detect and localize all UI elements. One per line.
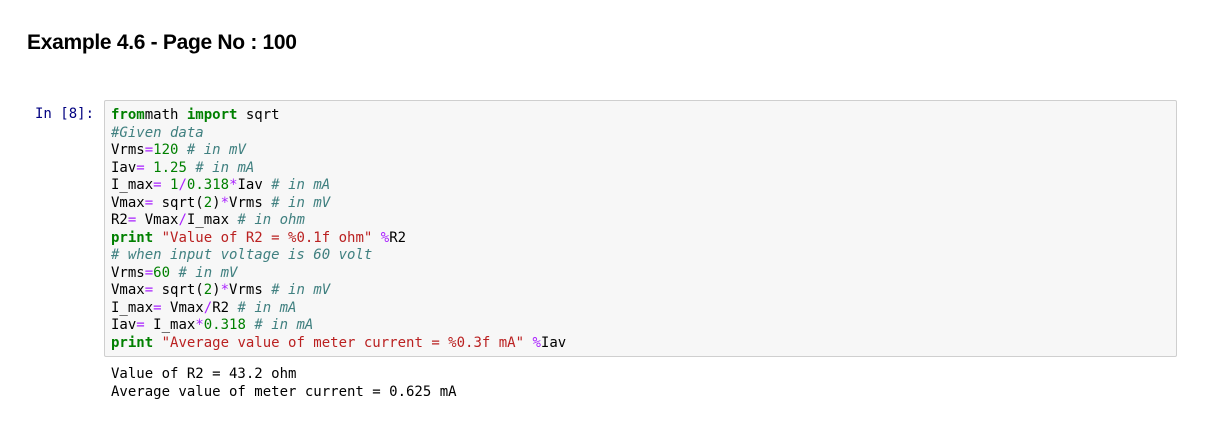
- code-token: 120: [153, 142, 179, 158]
- code-token: =: [144, 282, 154, 298]
- code-token: # in mV: [271, 194, 331, 211]
- code-token: /: [178, 212, 187, 228]
- code-line: Vmax= sqrt(2)*Vrms # in mV: [111, 282, 566, 300]
- code-line: I_max= Vmax/R2 # in mA: [111, 300, 566, 318]
- code-token: "Average value of meter current = %0.3f …: [161, 334, 525, 351]
- output-line: Average value of meter current = 0.625 m…: [111, 383, 457, 400]
- code-line: print "Average value of meter current = …: [111, 335, 566, 353]
- code-token: # in mA: [254, 317, 314, 333]
- code-token: *: [229, 177, 238, 193]
- code-token: I_max: [144, 317, 196, 333]
- cell-output: Value of R2 = 43.2 ohm Average value of m…: [111, 366, 457, 401]
- code-token: import: [186, 107, 238, 123]
- code-token: =: [144, 142, 154, 158]
- cell-prompt: In [8]:: [35, 106, 95, 122]
- code-token: %: [380, 229, 390, 246]
- code-token: *: [220, 194, 230, 211]
- code-token: from: [111, 107, 145, 123]
- code-token: # in mV: [178, 264, 238, 281]
- code-token: sqrt(: [153, 282, 204, 298]
- code-line: Vrms=60 # in mV: [111, 265, 566, 283]
- code-line: # when input voltage is 60 volt: [111, 247, 566, 265]
- code-token: ): [212, 282, 221, 298]
- code-token: # in mV: [271, 282, 331, 298]
- code-token: R2: [389, 229, 407, 246]
- code-token: Vrms: [111, 142, 145, 158]
- code-line: frommath import sqrt: [111, 107, 566, 125]
- code-token: I_max: [186, 212, 238, 228]
- code-token: math: [144, 107, 187, 123]
- code-line: Iav= I_max*0.318 # in mA: [111, 317, 566, 335]
- code-token: # in mA: [237, 299, 297, 316]
- code-token: =: [144, 264, 154, 281]
- code-token: # when input voltage is 60 volt: [111, 247, 373, 263]
- code-token: Iav: [237, 177, 272, 193]
- code-token: /: [203, 299, 213, 316]
- output-line: Value of R2 = 43.2 ohm: [111, 366, 297, 382]
- code-token: 2: [203, 194, 213, 211]
- code-token: Iav: [111, 159, 137, 176]
- code-line: Vrms=120 # in mV: [111, 142, 566, 160]
- code-token: 60: [153, 264, 171, 281]
- code-token: Vrms: [229, 194, 272, 211]
- code-token: I_max: [111, 177, 154, 193]
- code-token: =: [153, 177, 162, 193]
- code-token: Vmax: [161, 299, 204, 316]
- code-token: print: [111, 334, 154, 351]
- code-token: Vmax: [111, 194, 145, 211]
- code-token: =: [136, 317, 145, 333]
- code-token: I_max: [111, 299, 154, 316]
- code-line: Iav= 1.25 # in mA: [111, 160, 566, 178]
- code-token: Vrms: [229, 282, 272, 298]
- code-token: /: [178, 177, 187, 193]
- code-token: # in ohm: [237, 212, 305, 228]
- code-editor[interactable]: frommath import sqrt #Given data Vrms=120 …: [111, 107, 566, 352]
- code-cell-input[interactable]: frommath import sqrt #Given data Vrms=120 …: [104, 100, 1177, 357]
- code-token: Vmax: [111, 282, 145, 298]
- code-token: sqrt(: [153, 194, 204, 211]
- code-token: # in mA: [271, 177, 331, 193]
- code-line: print "Value of R2 = %0.1f ohm" %R2: [111, 230, 566, 248]
- code-token: %: [532, 334, 541, 351]
- code-token: sqrt: [237, 107, 280, 123]
- code-token: 0.318: [203, 317, 246, 333]
- code-token: Vmax: [136, 212, 179, 228]
- code-token: =: [153, 299, 162, 316]
- code-token: Iav: [111, 317, 137, 333]
- code-token: 1.25: [153, 159, 187, 176]
- code-token: =: [144, 194, 154, 211]
- code-token: Vrms: [111, 264, 145, 281]
- code-token: ): [212, 194, 221, 211]
- code-token: #Given data: [111, 124, 204, 141]
- code-token: *: [220, 282, 230, 298]
- code-token: print: [111, 229, 154, 246]
- code-token: =: [136, 159, 145, 176]
- code-token: # in mV: [186, 142, 246, 158]
- code-line: Vmax= sqrt(2)*Vrms # in mV: [111, 195, 566, 213]
- code-token: 0.318: [186, 177, 230, 193]
- code-token: R2: [111, 212, 128, 228]
- code-token: "Value of R2 = %0.1f ohm": [161, 229, 373, 246]
- code-token: R2: [212, 299, 238, 316]
- page-heading: Example 4.6 - Page No : 100: [27, 31, 297, 54]
- code-line: #Given data: [111, 125, 566, 143]
- code-token: 2: [203, 282, 213, 298]
- code-token: *: [195, 317, 204, 333]
- code-token: # in mA: [195, 159, 255, 176]
- code-line: R2= Vmax/I_max # in ohm: [111, 212, 566, 230]
- code-token: Iav: [540, 334, 567, 351]
- code-line: I_max= 1/0.318*Iav # in mA: [111, 177, 566, 195]
